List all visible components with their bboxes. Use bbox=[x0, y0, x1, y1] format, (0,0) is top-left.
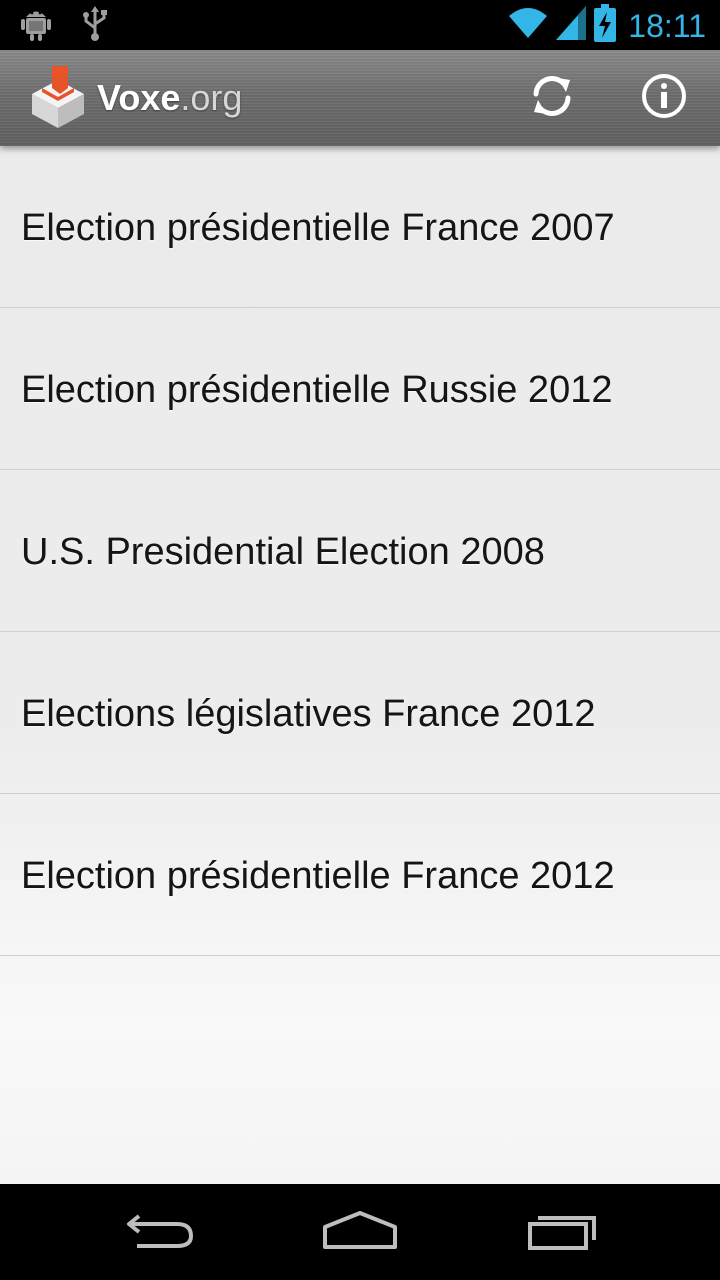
brand-domain: .org bbox=[180, 77, 243, 118]
election-label: Election présidentielle Russie 2012 bbox=[21, 369, 613, 411]
brand-name: Voxe bbox=[97, 77, 181, 118]
election-label: Election présidentielle France 2012 bbox=[21, 855, 615, 897]
recent-apps-button[interactable] bbox=[520, 1206, 604, 1258]
election-label: Election présidentielle France 2007 bbox=[21, 207, 615, 249]
navigation-bar bbox=[0, 1184, 720, 1280]
refresh-icon bbox=[526, 70, 578, 127]
list-item[interactable]: U.S. Presidential Election 2008 bbox=[0, 470, 720, 632]
recent-apps-icon bbox=[526, 1210, 598, 1255]
info-button[interactable] bbox=[636, 70, 692, 126]
list-item[interactable]: Election présidentielle Russie 2012 bbox=[0, 308, 720, 470]
usb-icon bbox=[82, 6, 108, 47]
status-bar: 18:11 bbox=[0, 0, 720, 50]
back-icon bbox=[125, 1210, 195, 1255]
election-label: U.S. Presidential Election 2008 bbox=[21, 531, 545, 573]
status-time: 18:11 bbox=[628, 7, 706, 44]
refresh-button[interactable] bbox=[524, 70, 580, 126]
election-list: Election présidentielle France 2007 Elec… bbox=[0, 146, 720, 1184]
screen: 18:11 Voxe.org Election présidentielle F… bbox=[0, 0, 720, 1280]
voxe-logo-icon bbox=[30, 64, 86, 130]
election-label: Elections législatives France 2012 bbox=[21, 693, 596, 735]
android-debug-icon bbox=[20, 6, 52, 47]
list-item[interactable]: Election présidentielle France 2007 bbox=[0, 146, 720, 308]
battery-charging-icon bbox=[594, 4, 617, 47]
signal-icon bbox=[556, 6, 587, 45]
home-button[interactable] bbox=[318, 1206, 402, 1258]
list-item[interactable]: Election présidentielle France 2012 bbox=[0, 794, 720, 956]
list-item[interactable]: Elections législatives France 2012 bbox=[0, 632, 720, 794]
action-bar: Voxe.org bbox=[0, 50, 720, 146]
app-brand: Voxe.org bbox=[97, 76, 242, 120]
wifi-icon bbox=[508, 6, 548, 45]
back-button[interactable] bbox=[118, 1206, 202, 1258]
info-icon bbox=[640, 72, 688, 125]
home-icon bbox=[322, 1209, 398, 1256]
